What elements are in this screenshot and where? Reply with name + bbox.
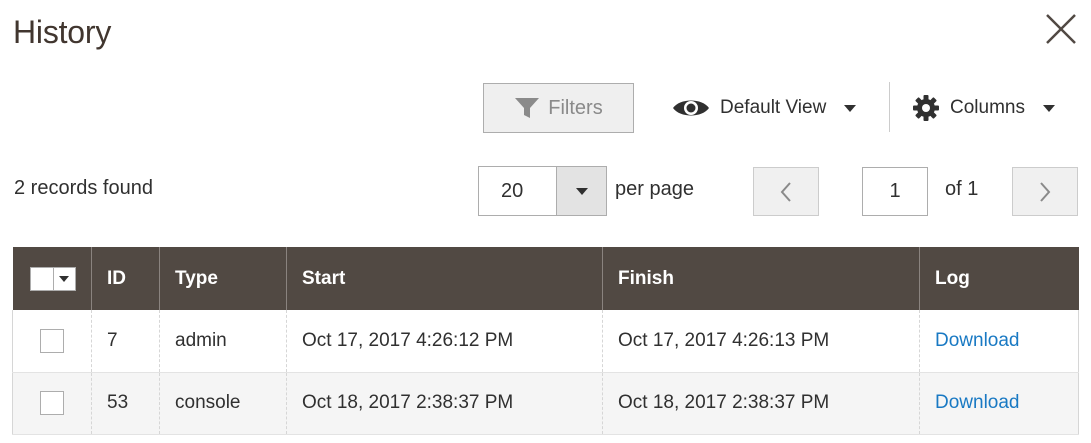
cell-start: Oct 17, 2017 4:26:12 PM (286, 310, 603, 373)
history-table: ID Type Start Finish Log 7 admin Oct 17,… (12, 247, 1079, 435)
column-header-start[interactable]: Start (286, 247, 603, 310)
filters-label: Filters (548, 96, 603, 119)
chevron-down-icon (575, 187, 588, 195)
table-row: 7 admin Oct 17, 2017 4:26:12 PM Oct 17, … (12, 310, 1079, 373)
records-count: 2 records found (14, 177, 153, 199)
default-view-label: Default View (720, 97, 827, 118)
filters-button[interactable]: Filters (483, 83, 634, 133)
mass-select-dropdown[interactable] (29, 266, 76, 291)
page-title: History (13, 14, 112, 50)
chevron-right-icon (1040, 181, 1051, 202)
next-page-button[interactable] (1012, 167, 1078, 216)
table-header-row: ID Type Start Finish Log (12, 247, 1079, 310)
cell-log: Download (919, 310, 1079, 373)
close-button[interactable] (1044, 12, 1078, 46)
mass-select-checkbox[interactable] (31, 268, 53, 290)
columns-label: Columns (950, 97, 1025, 118)
gear-icon (913, 95, 939, 121)
page-number-input[interactable]: 1 (862, 167, 928, 216)
mass-select-toggle[interactable] (52, 267, 75, 290)
table-row: 53 console Oct 18, 2017 2:38:37 PM Oct 1… (12, 372, 1079, 435)
chevron-down-icon (844, 104, 857, 112)
column-header-finish[interactable]: Finish (602, 247, 920, 310)
close-icon[interactable] (1044, 12, 1078, 46)
cell-type: admin (159, 310, 287, 373)
per-page-select[interactable]: 20 (478, 166, 607, 216)
cell-id: 53 (91, 372, 160, 435)
chevron-down-icon (59, 275, 69, 282)
eye-icon (673, 100, 709, 116)
funnel-icon (515, 98, 540, 118)
column-header-id[interactable]: ID (91, 247, 160, 310)
row-select-cell (12, 310, 92, 373)
chevron-left-icon (780, 181, 791, 202)
per-page-label: per page (615, 178, 694, 200)
download-link[interactable]: Download (935, 330, 1020, 351)
page-total-label: of 1 (945, 178, 979, 200)
cell-type: console (159, 372, 287, 435)
mass-select-header (12, 247, 92, 310)
chevron-down-icon (1042, 104, 1055, 112)
cell-log: Download (919, 372, 1079, 435)
cell-id: 7 (91, 310, 160, 373)
per-page-value: 20 (501, 179, 524, 202)
cell-finish: Oct 18, 2017 2:38:37 PM (602, 372, 920, 435)
cell-finish: Oct 17, 2017 4:26:13 PM (602, 310, 920, 373)
default-view-dropdown[interactable]: Default View (672, 88, 857, 128)
previous-page-button[interactable] (753, 167, 819, 216)
column-header-log[interactable]: Log (919, 247, 1079, 310)
row-select-cell (12, 372, 92, 435)
row-checkbox[interactable] (40, 328, 64, 353)
download-link[interactable]: Download (935, 392, 1020, 413)
row-checkbox[interactable] (40, 391, 64, 415)
per-page-toggle[interactable] (556, 167, 606, 215)
columns-dropdown[interactable]: Columns (912, 88, 1055, 128)
cell-start: Oct 18, 2017 2:38:37 PM (286, 372, 603, 435)
toolbar-divider (889, 82, 890, 132)
column-header-type[interactable]: Type (159, 247, 287, 310)
